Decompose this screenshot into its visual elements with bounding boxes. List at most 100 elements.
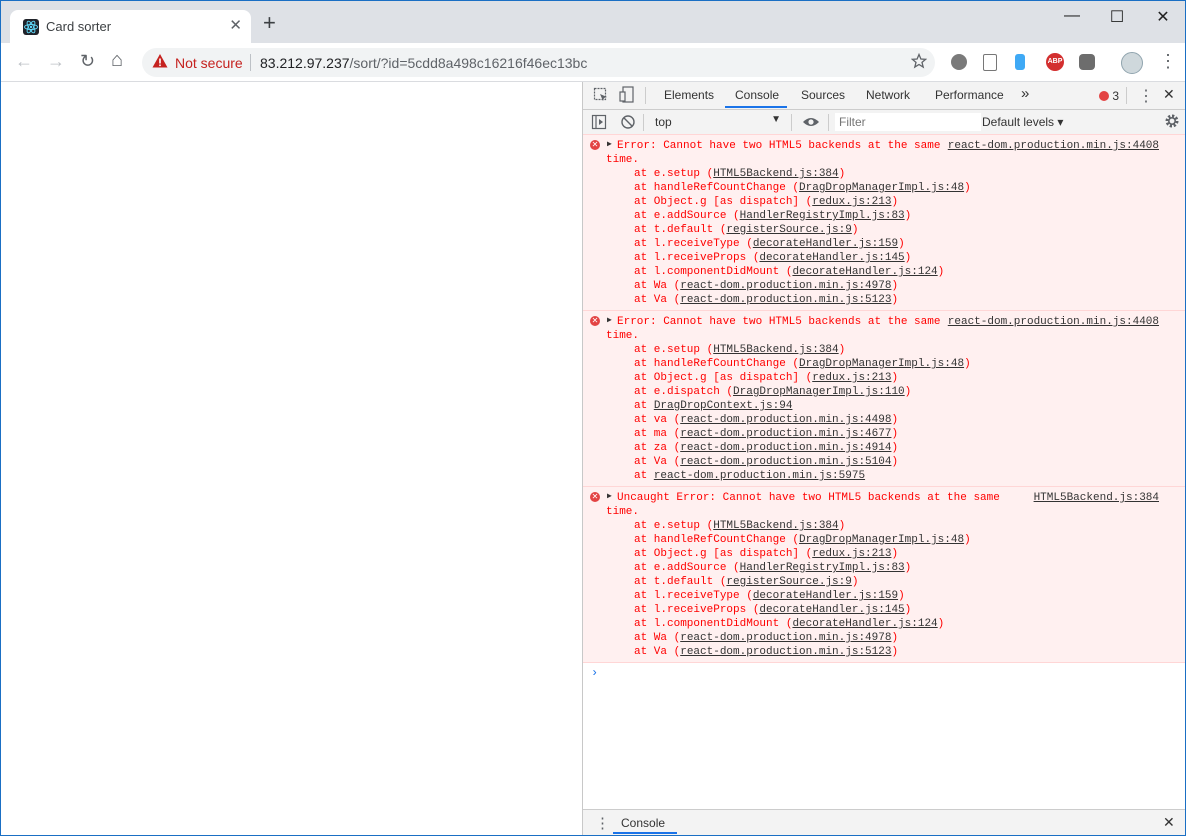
stack-frame-text-end: ) — [891, 372, 899, 384]
stack-frame-link[interactable]: HandlerRegistryImpl.js:83 — [740, 562, 905, 574]
devtools-menu-icon[interactable]: ⋮ — [1138, 86, 1154, 106]
log-levels-dropdown[interactable]: Default levels ▾ — [982, 115, 1063, 129]
stack-frame-link[interactable]: react-dom.production.min.js:5975 — [654, 470, 865, 482]
stack-frame-text: at Va ( — [634, 646, 681, 658]
stack-frame-text: at Wa ( — [634, 280, 681, 292]
stack-frame-link[interactable]: redux.js:213 — [812, 548, 891, 560]
stack-frame-link[interactable]: DragDropManagerImpl.js:48 — [799, 534, 964, 546]
stack-frame-text-end: ) — [851, 224, 859, 236]
stack-frame-link[interactable]: DragDropManagerImpl.js:48 — [799, 182, 964, 194]
more-tabs-icon[interactable]: » — [1021, 85, 1029, 102]
stack-frame-link[interactable]: react-dom.production.min.js:4677 — [680, 428, 891, 440]
clear-console-icon[interactable] — [620, 114, 636, 135]
url-host: 83.212.97.237 — [260, 55, 350, 71]
star-icon[interactable] — [910, 52, 928, 74]
tab-network[interactable]: Network — [866, 88, 910, 102]
minimize-button[interactable]: — — [1049, 7, 1095, 25]
stack-frame-link[interactable]: react-dom.production.min.js:5123 — [680, 294, 891, 306]
extension-gem-icon[interactable] — [1015, 54, 1025, 70]
stack-frame-link[interactable]: react-dom.production.min.js:4914 — [680, 442, 891, 454]
close-window-button[interactable]: ✕ — [1140, 7, 1185, 27]
stack-frame-link[interactable]: redux.js:213 — [812, 196, 891, 208]
stack-frame-link[interactable]: decorateHandler.js:159 — [753, 590, 898, 602]
stack-frame-link[interactable]: HTML5Backend.js:384 — [713, 520, 838, 532]
new-tab-button[interactable]: + — [263, 12, 276, 34]
forward-button[interactable]: → — [47, 51, 65, 72]
stack-frame-link[interactable]: react-dom.production.min.js:4498 — [680, 414, 891, 426]
stack-frame-text: at e.setup ( — [634, 344, 714, 356]
stack-frame-link[interactable]: DragDropManagerImpl.js:48 — [799, 358, 964, 370]
stack-frame-link[interactable]: DragDropContext.js:94 — [654, 400, 793, 412]
stack-frame-text: at l.componentDidMount ( — [634, 618, 793, 630]
source-link[interactable]: react-dom.production.min.js:4408 — [948, 315, 1159, 329]
inspect-element-icon[interactable] — [593, 87, 609, 108]
stack-frame-link[interactable]: react-dom.production.min.js:4978 — [680, 280, 891, 292]
stack-frame-link[interactable]: HandlerRegistryImpl.js:83 — [740, 210, 905, 222]
home-button[interactable]: ⌂ — [111, 49, 123, 72]
stack-frame-link[interactable]: decorateHandler.js:124 — [792, 618, 937, 630]
profile-avatar[interactable] — [1121, 52, 1143, 74]
browser-menu-icon[interactable]: ⋮ — [1159, 51, 1177, 72]
close-drawer-icon[interactable]: ✕ — [1163, 814, 1175, 831]
context-select[interactable]: top ▼ — [649, 113, 785, 131]
source-link[interactable]: HTML5Backend.js:384 — [1034, 491, 1159, 505]
stack-frame-link[interactable]: react-dom.production.min.js:4978 — [680, 632, 891, 644]
adblock-icon[interactable]: ABP — [1046, 53, 1064, 71]
address-bar[interactable]: Not secure 83.212.97.237/sort/?id=5cdd8a… — [142, 48, 935, 77]
drawer-tab-console[interactable]: Console — [621, 816, 665, 830]
stack-frame-link[interactable]: HTML5Backend.js:384 — [713, 168, 838, 180]
extension-page-icon[interactable] — [983, 54, 997, 71]
tab-close-icon[interactable]: ✕ — [229, 16, 242, 34]
extension-refresh-icon[interactable] — [951, 54, 967, 70]
stack-frame-link[interactable]: decorateHandler.js:159 — [753, 238, 898, 250]
stack-frame-text-end: ) — [891, 442, 899, 454]
stack-frame-link[interactable]: redux.js:213 — [812, 372, 891, 384]
maximize-button[interactable]: ☐ — [1094, 7, 1140, 27]
stack-frame-text-end: ) — [898, 590, 905, 602]
source-link[interactable]: react-dom.production.min.js:4408 — [948, 139, 1159, 153]
expand-triangle-icon[interactable]: ▶ — [607, 491, 612, 501]
device-toolbar-icon[interactable] — [619, 86, 635, 109]
stack-frame-text-end: ) — [898, 238, 905, 250]
stack-frame-link[interactable]: react-dom.production.min.js:5123 — [680, 646, 891, 658]
browser-tab[interactable]: Card sorter ✕ — [10, 10, 251, 43]
reload-button[interactable]: ↻ — [80, 51, 95, 72]
stack-frame-link[interactable]: decorateHandler.js:124 — [792, 266, 937, 278]
extension-gray-icon[interactable] — [1079, 54, 1095, 70]
stack-frame-link[interactable]: registerSource.js:9 — [726, 576, 851, 588]
stack-frame: at ma (react-dom.production.min.js:4677) — [583, 427, 1185, 441]
stack-frame-text: at Object.g [as dispatch] ( — [634, 548, 813, 560]
active-tab-indicator — [725, 106, 787, 108]
not-secure-label[interactable]: Not secure — [175, 55, 243, 71]
stack-frame: at e.addSource (HandlerRegistryImpl.js:8… — [583, 209, 1185, 223]
url-text[interactable]: 83.212.97.237/sort/?id=5cdd8a498c16216f4… — [260, 55, 587, 71]
tab-elements[interactable]: Elements — [664, 88, 714, 102]
back-button[interactable]: ← — [15, 51, 33, 72]
stack-frame-link[interactable]: decorateHandler.js:145 — [759, 604, 904, 616]
stack-frame-text-end: ) — [891, 456, 899, 468]
expand-triangle-icon[interactable]: ▶ — [607, 315, 612, 325]
live-expression-eye-icon[interactable] — [802, 115, 820, 134]
stack-frame-link[interactable]: decorateHandler.js:145 — [759, 252, 904, 264]
stack-frame-link[interactable]: react-dom.production.min.js:5104 — [680, 456, 891, 468]
error-count: 3 — [1112, 89, 1120, 103]
stack-frame-text-end: ) — [891, 196, 899, 208]
stack-frame-text: at t.default ( — [634, 576, 727, 588]
stack-frame-link[interactable]: HTML5Backend.js:384 — [713, 344, 838, 356]
stack-frame-link[interactable]: DragDropManagerImpl.js:110 — [733, 386, 905, 398]
drawer-menu-icon[interactable]: ⋮ — [595, 814, 610, 832]
expand-triangle-icon[interactable]: ▶ — [607, 139, 612, 149]
gear-icon[interactable] — [1164, 113, 1180, 134]
tab-performance[interactable]: Performance — [935, 88, 1004, 102]
filter-input[interactable] — [835, 113, 981, 131]
stack-frame-link[interactable]: registerSource.js:9 — [726, 224, 851, 236]
show-sidebar-icon[interactable] — [591, 114, 607, 135]
stack-frame: at Wa (react-dom.production.min.js:4978) — [583, 279, 1185, 293]
console-prompt[interactable]: › — [583, 663, 1185, 683]
close-devtools-icon[interactable]: ✕ — [1163, 86, 1175, 103]
tab-console[interactable]: Console — [735, 88, 779, 102]
tab-sources[interactable]: Sources — [801, 88, 845, 102]
error-count-badge[interactable]: 3 — [1099, 89, 1119, 103]
stack-frame: at l.componentDidMount (decorateHandler.… — [583, 265, 1185, 279]
devtools-tab-divider — [645, 87, 646, 104]
